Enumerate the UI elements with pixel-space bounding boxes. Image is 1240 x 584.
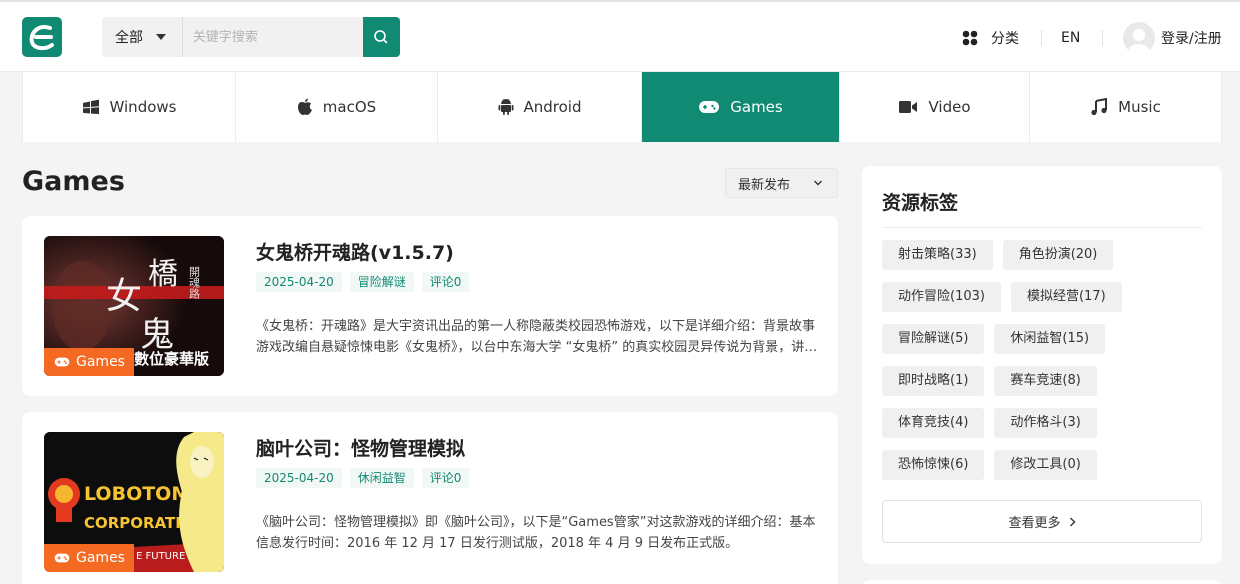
tag-row: 恐怖惊悚(6) 修改工具(0) bbox=[882, 450, 1202, 480]
search-button[interactable] bbox=[362, 17, 400, 57]
post-meta: 2025-04-20 冒险解谜 评论0 bbox=[256, 272, 477, 292]
android-icon bbox=[498, 99, 513, 115]
login-register-label: 登录/注册 bbox=[1161, 31, 1222, 47]
secondary-panel bbox=[862, 580, 1222, 584]
tab-video[interactable]: Video bbox=[840, 72, 1030, 142]
tag-link[interactable]: 即时战略(1) bbox=[882, 366, 985, 396]
cover-tagline: E FUTURE bbox=[136, 551, 185, 562]
post-comments[interactable]: 评论0 bbox=[421, 272, 470, 292]
tab-music[interactable]: Music bbox=[1030, 72, 1222, 142]
music-note-icon bbox=[1091, 98, 1108, 116]
search-icon bbox=[374, 30, 388, 44]
search-input[interactable] bbox=[182, 17, 363, 57]
tag-cloud: 射击策略(33) 角色扮演(20) 动作冒险(103) 模拟经营(17) 冒险解… bbox=[882, 240, 1202, 492]
grid-icon bbox=[962, 30, 978, 46]
post-date: 2025-04-20 bbox=[256, 468, 342, 488]
video-camera-icon bbox=[899, 101, 918, 113]
sort-dropdown[interactable]: 最新发布 bbox=[725, 168, 838, 198]
category-badge: Games bbox=[44, 348, 134, 376]
post-excerpt: 《脑叶公司：怪物管理模拟》即《脑叶公司》，以下是“Games管家”对这款游戏的详… bbox=[256, 515, 816, 551]
post-date: 2025-04-20 bbox=[256, 272, 342, 292]
top-header: 全部 分类 EN 登录/注册 bbox=[0, 0, 1240, 72]
post-card[interactable]: LOBOTOMY CORPORATION E FUTURE Games 脑叶公司… bbox=[22, 412, 838, 584]
user-icon bbox=[1128, 29, 1150, 54]
tab-label: macOS bbox=[322, 98, 377, 116]
gamepad-icon bbox=[54, 357, 70, 367]
tag-row: 射击策略(33) 角色扮演(20) bbox=[882, 240, 1202, 270]
caret-down-icon bbox=[156, 34, 166, 40]
cover-title-1: 女 bbox=[106, 276, 142, 317]
header-divider bbox=[1041, 30, 1042, 46]
post-title[interactable]: 女鬼桥开魂路(v1.5.7) bbox=[256, 238, 454, 265]
tag-link[interactable]: 冒险解谜(5) bbox=[882, 324, 985, 354]
search-category-label: 全部 bbox=[115, 30, 143, 46]
apple-icon bbox=[297, 98, 312, 115]
tag-link[interactable]: 修改工具(0) bbox=[994, 450, 1097, 480]
post-thumbnail[interactable]: LOBOTOMY CORPORATION E FUTURE Games bbox=[44, 432, 224, 572]
tag-row: 动作冒险(103) 模拟经营(17) bbox=[882, 282, 1202, 312]
tag-link[interactable]: 角色扮演(20) bbox=[1002, 240, 1114, 270]
logo-mark-icon bbox=[29, 25, 54, 51]
post-meta: 2025-04-20 休闲益智 评论0 bbox=[256, 468, 477, 488]
chevron-down-icon bbox=[814, 180, 822, 186]
panel-title: 资源标签 bbox=[882, 192, 959, 214]
tag-link[interactable]: 体育竞技(4) bbox=[882, 408, 985, 438]
tab-label: Games bbox=[730, 98, 783, 116]
tag-link[interactable]: 赛车竞速(8) bbox=[994, 366, 1097, 396]
tag-link[interactable]: 动作格斗(3) bbox=[994, 408, 1097, 438]
chevron-right-icon bbox=[1069, 517, 1075, 526]
tag-link[interactable]: 休闲益智(15) bbox=[994, 324, 1106, 354]
category-tabs: Windows macOS Android Games Video Music bbox=[22, 72, 1222, 142]
language-switch[interactable]: EN bbox=[1061, 28, 1080, 48]
tab-label: Video bbox=[928, 98, 971, 116]
cover-subtitle: 開魂路 bbox=[188, 266, 201, 300]
tag-row: 冒险解谜(5) 休闲益智(15) bbox=[882, 324, 1202, 354]
cover-title-2: 鬼 bbox=[140, 315, 174, 355]
tab-windows[interactable]: Windows bbox=[23, 72, 236, 142]
tag-link[interactable]: 动作冒险(103) bbox=[882, 282, 1001, 312]
post-tag[interactable]: 冒险解谜 bbox=[349, 272, 414, 292]
badge-label: Games bbox=[76, 550, 125, 566]
badge-label: Games bbox=[76, 354, 125, 370]
post-title[interactable]: 脑叶公司：怪物管理模拟 bbox=[256, 434, 465, 461]
cover-edition: 數位豪華版 bbox=[134, 350, 209, 368]
tag-link[interactable]: 恐怖惊悚(6) bbox=[882, 450, 985, 480]
category-menu-label: 分类 bbox=[991, 31, 1019, 47]
post-comments[interactable]: 评论0 bbox=[421, 468, 470, 488]
view-more-label: 查看更多 bbox=[1008, 516, 1061, 531]
tab-label: Android bbox=[523, 98, 582, 116]
page-title: Games bbox=[22, 166, 125, 197]
tab-label: Music bbox=[1118, 98, 1161, 116]
tag-row: 即时战略(1) 赛车竞速(8) bbox=[882, 366, 1202, 396]
tag-link[interactable]: 射击策略(33) bbox=[882, 240, 993, 270]
category-menu-button[interactable]: 分类 bbox=[962, 28, 1019, 48]
cover-title-3: 橋 bbox=[148, 257, 178, 292]
search-bar: 全部 bbox=[102, 17, 400, 57]
gamepad-icon bbox=[54, 553, 70, 563]
gamepad-icon bbox=[699, 101, 720, 113]
header-divider bbox=[1102, 30, 1103, 46]
post-tag[interactable]: 休闲益智 bbox=[349, 468, 414, 488]
login-register-link[interactable]: 登录/注册 bbox=[1123, 22, 1222, 54]
tab-games[interactable]: Games bbox=[642, 72, 840, 142]
view-more-button[interactable]: 查看更多 bbox=[882, 500, 1202, 543]
tab-macos[interactable]: macOS bbox=[236, 72, 438, 142]
avatar bbox=[1123, 22, 1155, 54]
tab-android[interactable]: Android bbox=[438, 72, 642, 142]
post-excerpt: 《女鬼桥：开魂路》是大宇资讯出品的第一人称隐蔽类校园恐怖游戏，以下是详细介绍：背… bbox=[256, 319, 818, 355]
resource-tags-panel: 资源标签 射击策略(33) 角色扮演(20) 动作冒险(103) 模拟经营(17… bbox=[862, 166, 1222, 564]
category-badge: Games bbox=[44, 544, 134, 572]
post-card[interactable]: 女 鬼 橋 開魂路 數位豪華版 Games 女鬼桥开魂路(v1.5.7) 202… bbox=[22, 216, 838, 396]
tab-label: Windows bbox=[109, 98, 177, 116]
post-thumbnail[interactable]: 女 鬼 橋 開魂路 數位豪華版 Games bbox=[44, 236, 224, 376]
divider bbox=[882, 227, 1202, 228]
site-logo[interactable] bbox=[22, 17, 62, 57]
search-category-select[interactable]: 全部 bbox=[102, 17, 183, 57]
tag-link[interactable]: 模拟经营(17) bbox=[1010, 282, 1122, 312]
sort-label: 最新发布 bbox=[738, 177, 791, 193]
windows-icon bbox=[82, 99, 99, 115]
tag-row: 体育竞技(4) 动作格斗(3) bbox=[882, 408, 1202, 438]
